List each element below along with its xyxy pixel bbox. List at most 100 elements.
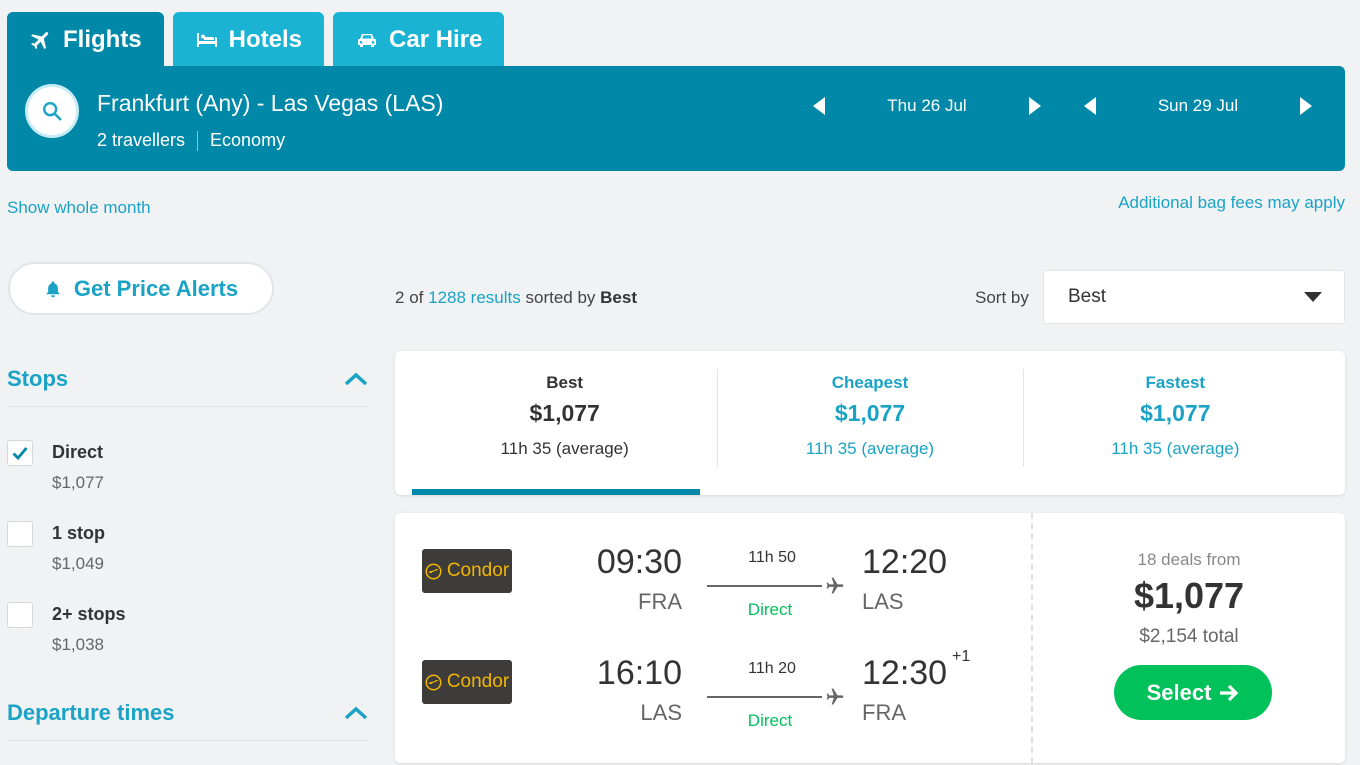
sort-tab-price: $1,077 bbox=[529, 400, 600, 426]
route-text[interactable]: Frankfurt (Any) - Las Vegas (LAS) bbox=[97, 90, 443, 117]
caret-down-icon bbox=[1304, 292, 1322, 302]
departure-airport: LAS bbox=[640, 700, 682, 725]
plane-icon bbox=[826, 688, 844, 705]
return-date[interactable]: Sun 29 Jul bbox=[1102, 96, 1294, 116]
sort-tab-fastest[interactable]: Fastest $1,077 11h 35 (average) bbox=[1022, 351, 1328, 495]
results-shown: 2 bbox=[395, 288, 405, 307]
sort-tab-label: Best bbox=[546, 373, 584, 392]
sort-by-label: Sort by bbox=[975, 288, 1029, 307]
filter-divider bbox=[7, 406, 368, 407]
return-next-button[interactable] bbox=[1294, 94, 1318, 118]
results-of: of bbox=[409, 288, 424, 307]
search-icon bbox=[43, 102, 62, 121]
route-line bbox=[707, 585, 822, 587]
condor-bird-icon bbox=[425, 674, 442, 690]
one-stop-checkbox[interactable] bbox=[7, 521, 33, 547]
airline-name: Condor bbox=[446, 671, 510, 692]
departure-airport: FRA bbox=[638, 589, 682, 614]
checkmark-icon bbox=[12, 447, 28, 460]
bed-icon bbox=[196, 32, 217, 47]
select-button[interactable]: Select bbox=[1114, 665, 1272, 720]
tab-flights-label: Flights bbox=[63, 25, 142, 53]
flight-leg-outbound: Condor 09:30 FRA 11h 50 Direct 12:20 LAS bbox=[395, 535, 1031, 635]
sort-tab-label: Fastest bbox=[1145, 373, 1206, 392]
outbound-next-button[interactable] bbox=[1023, 94, 1047, 118]
return-prev-button[interactable] bbox=[1078, 94, 1102, 118]
two-plus-stops-checkbox[interactable] bbox=[7, 602, 33, 628]
search-summary-bar: Frankfurt (Any) - Las Vegas (LAS) 2 trav… bbox=[7, 66, 1345, 171]
departure-times-filter-header[interactable]: Departure times bbox=[7, 700, 368, 726]
airline-name: Condor bbox=[446, 560, 510, 581]
price-per-person: $1,077 bbox=[1133, 575, 1245, 616]
tab-car-hire-label: Car Hire bbox=[389, 25, 483, 53]
sort-tab-duration: 11h 35 (average) bbox=[805, 439, 935, 458]
bag-fees-link[interactable]: Additional bag fees may apply bbox=[1118, 193, 1345, 213]
show-whole-month-link[interactable]: Show whole month bbox=[7, 198, 151, 218]
price-alerts-label: Get Price Alerts bbox=[73, 275, 239, 301]
tab-hotels[interactable]: Hotels bbox=[172, 12, 325, 67]
arrival-airport: FRA bbox=[862, 700, 906, 725]
flight-stops: Direct bbox=[747, 600, 793, 619]
price-total: $2,154 total bbox=[1139, 626, 1239, 647]
chevron-up-icon bbox=[344, 372, 368, 386]
travellers-text[interactable]: 2 travellers bbox=[97, 130, 185, 151]
results-sort-value: Best bbox=[600, 288, 638, 307]
sort-tab-duration: 11h 35 (average) bbox=[1111, 439, 1240, 458]
results-count: 2 of 1288 results sorted by Best bbox=[395, 288, 637, 308]
sort-tab-cheapest[interactable]: Cheapest $1,077 11h 35 (average) bbox=[717, 351, 1022, 495]
tab-flights[interactable]: Flights bbox=[7, 12, 164, 67]
outbound-date-control: Thu 26 Jul bbox=[807, 94, 1047, 118]
cabin-text[interactable]: Economy bbox=[210, 130, 285, 151]
price-alerts-button[interactable]: Get Price Alerts bbox=[8, 262, 274, 315]
plane-icon bbox=[826, 577, 844, 594]
return-date-control: Sun 29 Jul bbox=[1078, 94, 1318, 118]
outbound-date[interactable]: Thu 26 Jul bbox=[831, 96, 1023, 116]
outbound-prev-button[interactable] bbox=[807, 94, 831, 118]
stops-filter-title: Stops bbox=[7, 366, 69, 391]
flight-duration: 11h 20 bbox=[748, 660, 796, 677]
arrival-time: 12:30 bbox=[862, 654, 948, 692]
stop-option-label[interactable]: 2+ stops bbox=[52, 604, 126, 625]
select-button-label: Select bbox=[1146, 679, 1212, 705]
search-subline: 2 travellers Economy bbox=[97, 130, 285, 151]
departure-times-filter-title: Departure times bbox=[7, 700, 175, 725]
arrival-airport: LAS bbox=[862, 589, 904, 614]
sort-tabs-card: Best $1,077 11h 35 (average) Cheapest $1… bbox=[395, 351, 1345, 495]
deals-count: 18 deals from bbox=[1137, 550, 1241, 569]
plus-day-indicator: +1 bbox=[952, 648, 971, 665]
filter-divider bbox=[7, 740, 368, 741]
departure-time: 16:10 bbox=[596, 654, 682, 692]
stop-option-price: $1,038 bbox=[52, 635, 104, 654]
sort-tab-price: $1,077 bbox=[1140, 400, 1211, 426]
stop-option-label[interactable]: Direct bbox=[52, 442, 103, 463]
price-column: 18 deals from $1,077 $2,154 total Select bbox=[1033, 513, 1345, 763]
direct-checkbox[interactable] bbox=[7, 440, 33, 466]
sort-tab-duration: 11h 35 (average) bbox=[500, 439, 629, 458]
sort-by-select[interactable]: Best bbox=[1043, 270, 1345, 324]
tab-car-hire[interactable]: Car Hire bbox=[333, 12, 505, 67]
caret-right-icon bbox=[1300, 97, 1312, 115]
product-tabs: Flights Hotels Car Hire bbox=[7, 12, 505, 67]
results-sorted-by: sorted by bbox=[525, 288, 596, 307]
chevron-up-icon bbox=[344, 706, 368, 720]
condor-bird-icon bbox=[425, 563, 442, 579]
subline-divider bbox=[197, 130, 199, 151]
airline-logo: Condor bbox=[422, 660, 512, 704]
departure-time: 09:30 bbox=[596, 543, 682, 581]
car-icon bbox=[358, 33, 377, 47]
plane-icon bbox=[31, 31, 49, 49]
stop-option-price: $1,077 bbox=[52, 473, 104, 492]
results-total-link[interactable]: 1288 results bbox=[428, 288, 521, 307]
stop-option-price: $1,049 bbox=[52, 554, 104, 573]
stop-option-label[interactable]: 1 stop bbox=[52, 523, 105, 544]
bell-icon bbox=[46, 281, 60, 297]
search-button[interactable] bbox=[25, 84, 79, 138]
route-line bbox=[707, 696, 822, 698]
sort-tab-price: $1,077 bbox=[834, 400, 906, 426]
sort-tab-best[interactable]: Best $1,077 11h 35 (average) bbox=[412, 351, 717, 495]
result-card[interactable]: Condor 09:30 FRA 11h 50 Direct 12:20 LAS… bbox=[395, 513, 1345, 763]
sort-tab-label: Cheapest bbox=[831, 373, 909, 392]
arrival-time: 12:20 bbox=[862, 543, 948, 581]
flight-leg-return: Condor 16:10 LAS 11h 20 Direct 12:30 +1 … bbox=[395, 646, 1031, 746]
stops-filter-header[interactable]: Stops bbox=[7, 366, 368, 392]
